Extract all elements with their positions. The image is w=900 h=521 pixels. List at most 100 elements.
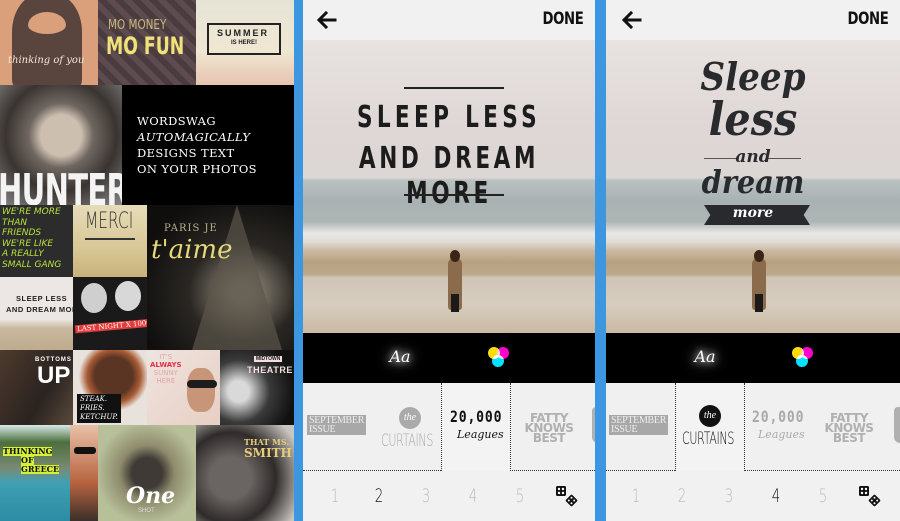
tile-line: IT'S [159,353,173,361]
top-bar: DONE [606,0,900,40]
next-style-peek [592,407,595,443]
tile-thinking-of-you: thinking of you [0,0,98,85]
tile-text-2: UP [37,362,71,389]
next-style-peek [894,407,900,443]
style-20000-leagues[interactable]: 20,000 Leagues [744,383,814,471]
tile-text-1: MO MONEY [108,18,167,33]
tile-line: ALWAYS [150,361,182,369]
tile-text-2: SHOT [138,508,155,514]
person-figure [448,250,462,312]
style-label: SEPTEMBER ISSUE [609,415,669,435]
tile-line: HERE [156,377,176,385]
tile-merci: MERCI [73,205,147,277]
overlay-text-line-5[interactable]: more [606,205,900,221]
tile-text: LAST NIGHT X 1000 [74,318,147,334]
tool-bar: Aa [303,333,595,383]
person-figure [752,250,766,312]
style-the-curtains[interactable]: the CURTAINS [371,383,441,471]
tile-sunglasses [70,425,98,521]
top-bar: DONE [303,0,595,40]
back-arrow-icon[interactable] [620,8,644,32]
style-label: FATTY KNOWS BEST [524,411,574,445]
page-1[interactable]: 1 [629,485,643,507]
color-wheel-icon[interactable] [792,347,814,369]
page-4[interactable]: 4 [466,485,480,507]
style-september-issue[interactable]: SEPTEMBER ISSUE [606,383,675,471]
tile-friends: WE'RE MORE THAN FRIENDS WE'RE LIKE A REA… [0,205,73,277]
font-style-icon[interactable]: Aa [385,347,415,369]
style-badge: the [399,407,421,429]
photo-canvas[interactable]: Sleep less and dream more [606,40,900,333]
tile-line: STEAK. [80,395,108,403]
style-label-word: Leagues [457,428,504,441]
style-badge: the [699,405,721,427]
overlay-text-line-1[interactable]: SLEEP LESS [344,100,554,135]
page-4[interactable]: 4 [769,485,783,507]
tile-text: thinking of you [8,55,85,66]
tile-smith: THAT MS. SMITH [196,425,294,521]
tile-sleep-less: SLEEP LESS AND DREAM MORE [0,277,73,350]
promo-line-4: ON YOUR PHOTOS [137,162,257,176]
overlay-text-line-2[interactable]: AND DREAM MORE [315,141,583,211]
dice-shuffle-icon[interactable] [858,485,882,509]
style-label: CURTAINS [682,429,735,449]
tile-last-night: LAST NIGHT X 1000 [73,277,147,350]
tile-hunter: HUNTER [0,85,122,205]
style-the-curtains[interactable]: the CURTAINS [675,383,745,471]
style-label-number: 20,000 [752,407,805,426]
tile-steak: STEAK. FRIES. KETCHUP. [73,350,147,425]
style-label: SEPTEMBER ISSUE [307,415,367,435]
editor-screen-2: DONE Sleep less and dream more Aa SEPTEM… [606,0,900,521]
tile-line: SUNNY [153,369,178,377]
color-wheel-icon[interactable] [488,347,510,369]
page-1[interactable]: 1 [328,485,342,507]
promo-line-2: AUTOMAGICALLY [137,130,251,144]
tile-text-1: PARIS JE [164,223,218,234]
style-fatty-knows-best[interactable]: FATTY KNOWS BEST [510,383,595,471]
tile-line: FRIENDS [2,228,42,238]
style-20000-leagues[interactable]: 20,000 Leagues [441,383,511,471]
tile-bottoms-up: BOTTOMS UP [0,350,73,425]
font-style-icon[interactable]: Aa [690,347,720,369]
done-button[interactable]: DONE [847,9,888,29]
example-collage: thinking of you MO MONEY MO FUN SUMMER I… [0,0,294,521]
page-2[interactable]: 2 [372,485,386,507]
style-fatty-knows-best[interactable]: FATTY KNOWS BEST [814,383,900,471]
tile-sunny: IT'S ALWAYS SUNNY HERE [147,350,220,425]
tile-text-2: THEATRE [247,365,294,375]
page-5[interactable]: 5 [513,485,527,507]
tile-text-2: SMITH [244,446,292,460]
page-2[interactable]: 2 [675,485,689,507]
tile-mo-money: MO MONEY MO FUN [98,0,196,85]
tile-theatre: MIDTOWN THEATRE [220,350,294,425]
tile-summer: SUMMER IS HERE! [196,0,294,85]
tile-line: GREECE [21,464,60,474]
tile-line: SMALL GANG [2,259,62,270]
photo-canvas[interactable]: SLEEP LESS AND DREAM MORE [303,40,595,333]
promo-line-3: DESIGNS TEXT [137,146,235,160]
editor-screen-1: DONE SLEEP LESS AND DREAM MORE Aa SEPTEM… [303,0,595,521]
overlay-rule-top [404,87,504,89]
tile-line: A REALLY [2,249,44,259]
style-picker: SEPTEMBER ISSUE the CURTAINS 20,000 Leagu… [606,383,900,471]
tool-bar: Aa [606,333,900,383]
page-3[interactable]: 3 [419,485,433,507]
style-label-number: 20,000 [450,407,503,426]
done-button[interactable]: DONE [542,9,583,29]
tile-text: MERCI [85,209,134,234]
page-5[interactable]: 5 [816,485,830,507]
overlay-text-line-4[interactable]: dream [621,163,886,201]
page-3[interactable]: 3 [722,485,736,507]
style-september-issue[interactable]: SEPTEMBER ISSUE [303,383,371,471]
dice-shuffle-icon[interactable] [555,485,579,509]
layout-pager: 1 2 3 4 5 [303,471,595,521]
tile-text-2: AND DREAM MORE [6,305,73,314]
tile-text-1: MIDTOWN [254,356,283,362]
overlay-text-line-2[interactable]: less [621,92,886,146]
tile-text-2: IS HERE! [231,40,258,46]
back-arrow-icon[interactable] [315,8,339,32]
tile-line: FRIES. [80,404,105,412]
tile-one-shot: One SHOT [98,425,196,521]
tile-text-2: t'aime [151,235,233,265]
layout-pager: 1 2 3 4 5 [606,471,900,521]
